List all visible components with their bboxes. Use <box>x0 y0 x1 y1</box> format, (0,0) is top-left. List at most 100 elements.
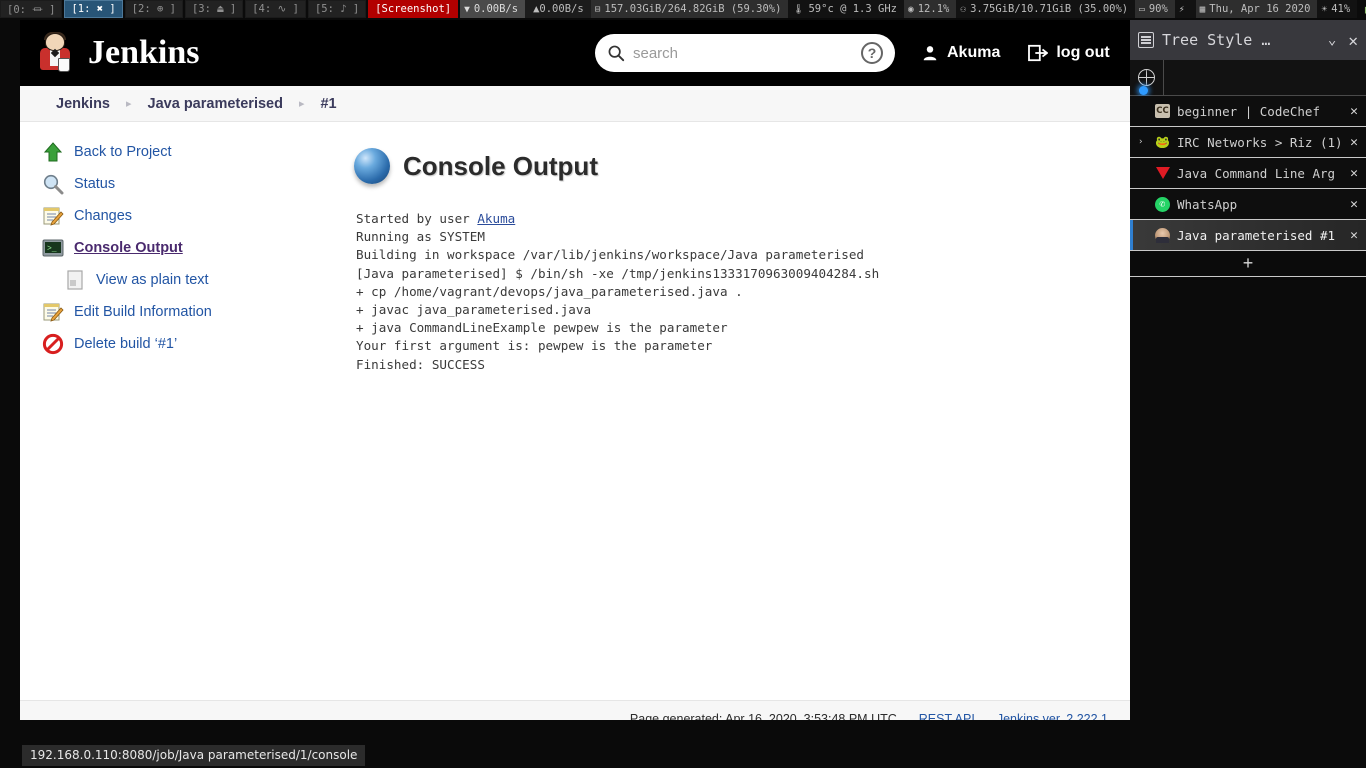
system-tray[interactable]: ▮ ▤ ▾ <box>1357 0 1366 18</box>
blue-status-ball-icon <box>354 148 390 184</box>
jenkins-footer: Page generated: Apr 16, 2020, 3:53:48 PM… <box>20 700 1130 720</box>
tab-close-icon[interactable]: ✕ <box>1346 197 1362 212</box>
terminal-icon: >_ <box>42 237 64 259</box>
breadcrumb-separator: ▸ <box>298 98 305 110</box>
jenkins-version-link[interactable]: Jenkins ver. 2.222.1 <box>997 712 1108 721</box>
console-line-text: + java CommandLineExample pewpew is the … <box>356 320 728 336</box>
console-line: Your first argument is: pewpew is the pa… <box>356 337 1110 355</box>
svg-text:>_: >_ <box>47 245 57 254</box>
document-icon <box>64 269 86 291</box>
jenkins-browser-window: Jenkins ? Akuma <box>20 20 1130 720</box>
brightness-icon: ☀ <box>1321 3 1328 15</box>
sidebar-item-changes[interactable]: Changes <box>42 200 338 232</box>
tab-close-icon[interactable]: ✕ <box>1346 228 1362 243</box>
loading-indicator-icon <box>1139 85 1148 95</box>
tab-close-icon[interactable]: ✕ <box>1346 135 1362 150</box>
search-box[interactable]: ? <box>595 34 895 72</box>
notepad-edit-icon <box>42 205 64 227</box>
console-line: + javac java_parameterised.java <box>356 301 1110 319</box>
console-line: [Java parameterised] $ /bin/sh -xe /tmp/… <box>356 265 1110 283</box>
tab-close-icon[interactable]: ✕ <box>1346 104 1362 119</box>
sidebar-title: Tree Style … <box>1162 31 1271 49</box>
calendar-icon: ▦ <box>1199 3 1206 15</box>
tree-style-tab-sidebar: Tree Style … ⌄ ✕ CC beginner | CodeChef ✕ ›… <box>1130 20 1366 768</box>
logout-button[interactable]: log out <box>1028 44 1110 62</box>
tab-item[interactable]: Java parameterised #1 ✕ <box>1130 220 1366 251</box>
sidebar-item-view-as-plain-text[interactable]: View as plain text <box>42 264 338 296</box>
tab-close-icon[interactable]: ✕ <box>1346 166 1362 181</box>
sidebar-item-console-output[interactable]: >_ Console Output <box>42 232 338 264</box>
status-module-text: 90% <box>1148 3 1168 15</box>
sidebar-panel-icon <box>1138 32 1154 48</box>
battery-icon: ▭ <box>1139 3 1145 15</box>
breadcrumb-item-1[interactable]: Java parameterised <box>146 96 285 112</box>
page-generated-label: Page generated: Apr 16, 2020, 3:53:48 PM… <box>629 711 897 721</box>
tab-item[interactable]: › 🐸 IRC Networks > Riz (1) ✕ <box>1130 127 1366 158</box>
chevron-down-icon[interactable]: ⌄ <box>1328 32 1336 48</box>
status-module-bolt: ⚡ <box>1174 0 1196 18</box>
status-module-calendar: ▦ Thu, Apr 16 2020 <box>1195 0 1318 18</box>
new-tab-button[interactable]: + <box>1130 251 1366 277</box>
download-speed-icon: ▼ <box>464 3 470 15</box>
status-module-text: ▲0.00B/s <box>533 3 584 15</box>
person-icon <box>923 46 937 61</box>
breadcrumb-item-0[interactable]: Jenkins <box>54 96 112 112</box>
workspace-button-0[interactable]: [0: ⏛ ] <box>0 0 63 18</box>
console-line: + java CommandLineExample pewpew is the … <box>356 319 1110 337</box>
status-module-text: 41% <box>1331 3 1351 15</box>
globe-icon-wrap <box>1130 59 1164 96</box>
workspace-button-6[interactable]: [Screenshot] <box>368 0 459 18</box>
status-module-text: 157.03GiB/264.82GiB (59.30%) <box>604 3 782 15</box>
status-module-text: Thu, Apr 16 2020 <box>1209 3 1311 15</box>
workspace-button-1[interactable]: [1: ✖ ] <box>64 0 123 18</box>
search-icon <box>608 45 625 62</box>
tab-twisty-icon[interactable]: › <box>1138 137 1148 147</box>
tab-item[interactable]: Java Command Line Arg ✕ <box>1130 158 1366 189</box>
workspace-list: [0: ⏛ ] [1: ✖ ] [2: ⊕ ] [3: ⏏ ] [4: ∿ ] [5: ♪… <box>0 0 460 18</box>
status-module-memory: ⚇ 3.75GiB/10.71GiB (35.00%) <box>956 0 1136 18</box>
sidebar-url-row[interactable] <box>1130 59 1366 96</box>
frog-favicon: 🐸 <box>1155 135 1170 149</box>
workspace-button-5[interactable]: [5: ♪ ] <box>307 0 367 18</box>
sidebar-item-label: View as plain text <box>96 272 209 288</box>
page-title-text: Console Output <box>403 150 598 181</box>
memory-icon: ⚇ <box>960 3 967 15</box>
console-line-text: Building in workspace /var/lib/jenkins/w… <box>356 247 864 263</box>
user-menu[interactable]: Akuma <box>921 44 1000 62</box>
workspace-button-4[interactable]: [4: ∿ ] <box>245 0 306 18</box>
sidebar-item-label: Edit Build Information <box>74 304 212 320</box>
sidebar-header: Tree Style … ⌄ ✕ <box>1130 20 1366 60</box>
jenkins-main-panel: Console Output Started by user Akuma Runn… <box>338 122 1130 700</box>
workspace-button-2[interactable]: [2: ⊕ ] <box>124 0 183 18</box>
workspace-button-3[interactable]: [3: ⏏ ] <box>184 0 244 18</box>
console-user-link[interactable]: Akuma <box>477 211 515 226</box>
console-line-text: Started by user <box>356 211 478 226</box>
help-icon[interactable]: ? <box>861 42 883 64</box>
globe-icon <box>1137 68 1155 86</box>
sidebar-item-label: Changes <box>74 208 133 224</box>
status-module-text: 0.00B/s <box>473 3 519 15</box>
status-module-disk: ⊟ 157.03GiB/264.82GiB (59.30%) <box>590 0 789 18</box>
console-line-text: + javac java_parameterised.java <box>356 302 592 318</box>
rest-api-link[interactable]: REST API <box>919 712 975 721</box>
close-icon[interactable]: ✕ <box>1344 31 1358 50</box>
console-line-text: [Java parameterised] $ /bin/sh -xe /tmp/… <box>356 265 880 281</box>
jenkins-logo-link[interactable]: Jenkins <box>36 32 200 74</box>
breadcrumb-item-2[interactable]: #1 <box>318 96 338 112</box>
sidebar-item-back-to-project[interactable]: Back to Project <box>42 136 338 168</box>
bolt-icon: ⚡ <box>1178 3 1185 15</box>
thermometer-icon: 🌡 <box>792 3 805 15</box>
sidebar-item-label: Delete build ‘#1’ <box>74 336 178 352</box>
sidebar-item-delete-build-1[interactable]: Delete build ‘#1’ <box>42 328 338 360</box>
tab-title: Java parameterised #1 <box>1177 227 1336 243</box>
tab-item[interactable]: ✆ WhatsApp ✕ <box>1130 189 1366 220</box>
sidebar-item-status[interactable]: Status <box>42 168 338 200</box>
magnifier-icon <box>42 173 64 195</box>
tab-title: IRC Networks > Riz (1) <box>1177 134 1340 150</box>
jenkins-butler-icon <box>36 32 76 74</box>
tab-item[interactable]: CC beginner | CodeChef ✕ <box>1130 96 1366 127</box>
console-line-text: Finished: SUCCESS <box>356 356 485 372</box>
search-input[interactable] <box>633 44 853 62</box>
status-module-thermometer: 🌡 59°c @ 1.3 GHz <box>788 0 904 18</box>
sidebar-item-edit-build-information[interactable]: Edit Build Information <box>42 296 338 328</box>
